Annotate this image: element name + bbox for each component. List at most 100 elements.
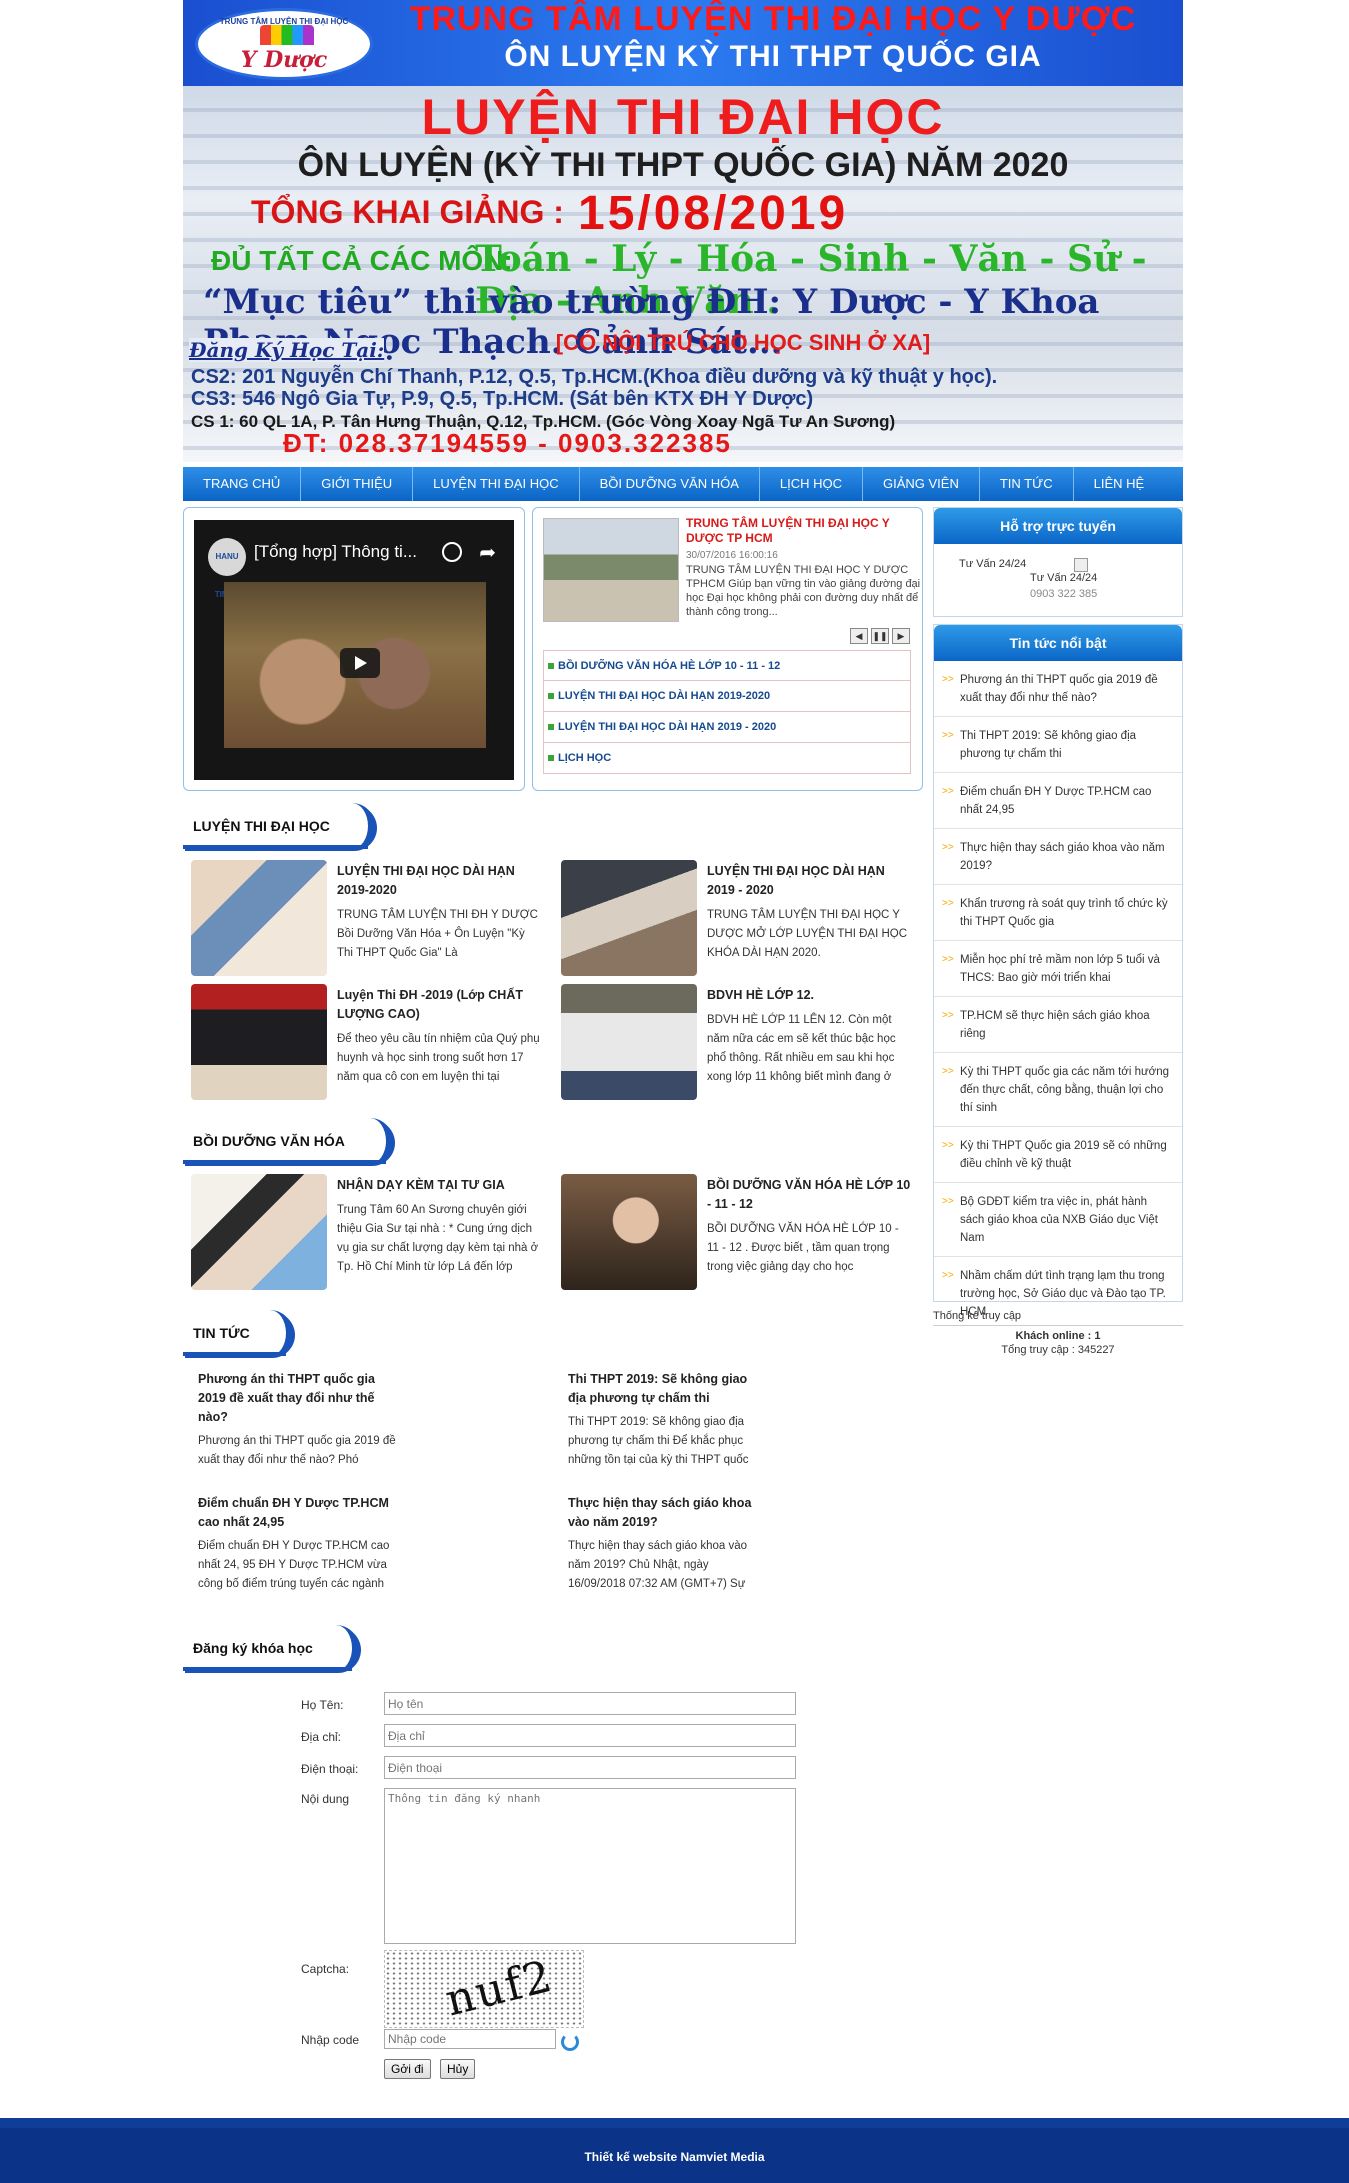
nav-giang-vien[interactable]: GIẢNG VIÊN bbox=[863, 467, 980, 501]
news-title[interactable]: Phương án thi THPT quốc gia 2019 đề xuất… bbox=[198, 1370, 398, 1427]
banner-dormitory: [CÓ NỘI TRÚ CHO HỌC SINH Ở XA] bbox=[555, 330, 931, 355]
hot-news-item[interactable]: Phương án thi THPT quốc gia 2019 đề xuất… bbox=[934, 661, 1182, 717]
consultant-link-1[interactable]: Tư Vấn 24/24 bbox=[959, 558, 1026, 570]
play-button[interactable] bbox=[340, 648, 380, 678]
main-nav: TRANG CHỦ GIỚI THIỆU LUYỆN THI ĐẠI HỌC B… bbox=[183, 467, 1183, 501]
featured-link[interactable]: BỒI DƯỠNG VĂN HÓA HÈ LỚP 10 - 11 - 12 bbox=[543, 650, 911, 681]
section-title: TIN TỨC bbox=[193, 1325, 250, 1341]
refresh-captcha-icon[interactable] bbox=[561, 2033, 579, 2051]
chat-icon[interactable] bbox=[1074, 558, 1088, 572]
article-image[interactable] bbox=[191, 984, 327, 1100]
news-title[interactable]: Thực hiện thay sách giáo khoa vào năm 20… bbox=[568, 1494, 768, 1532]
news-desc: Thi THPT 2019: Sẽ không giao địa phương … bbox=[568, 1416, 749, 1466]
footer-credit[interactable]: Thiết kế website Namviet Media bbox=[0, 2150, 1349, 2164]
article-title[interactable]: NHẬN DẠY KÈM TẠI TƯ GIA bbox=[337, 1176, 543, 1195]
hot-news-item[interactable]: TP.HCM sẽ thực hiện sách giáo khoa riêng bbox=[934, 997, 1182, 1053]
hot-news-item[interactable]: Thi THPT 2019: Sẽ không giao địa phương … bbox=[934, 717, 1182, 773]
content-label: Nội dung bbox=[301, 1792, 350, 1806]
article-card[interactable]: BỒI DƯỠNG VĂN HÓA HÈ LỚP 10 - 11 - 12 BỒ… bbox=[553, 1174, 913, 1290]
watch-later-icon[interactable] bbox=[442, 542, 462, 562]
channel-logo: HANU TIMES bbox=[208, 538, 246, 599]
banner-address-cs3: CS3: 546 Ngô Gia Tự, P.9, Q.5, Tp.HCM. (… bbox=[191, 388, 814, 410]
article-image[interactable] bbox=[561, 1174, 697, 1290]
nav-lien-he[interactable]: LIÊN HỆ bbox=[1074, 467, 1165, 501]
nav-trang-chu[interactable]: TRANG CHỦ bbox=[183, 467, 302, 501]
cancel-button[interactable]: Hủy bbox=[440, 2059, 476, 2079]
banner-phone: ĐT: 028.37194559 - 0903.322385 bbox=[283, 428, 732, 458]
news-item[interactable]: Phương án thi THPT quốc gia 2019 đề xuất… bbox=[198, 1370, 398, 1489]
phone-input[interactable] bbox=[384, 1756, 796, 1779]
nav-luyen-thi-dai-hoc[interactable]: LUYỆN THI ĐẠI HỌC bbox=[413, 467, 580, 501]
article-image[interactable] bbox=[561, 984, 697, 1100]
video-player[interactable]: HANU TIMES [Tổng hợp] Thông ti... ➦ bbox=[194, 520, 514, 780]
nav-lich-hoc[interactable]: LỊCH HỌC bbox=[760, 467, 863, 501]
video-box: HANU TIMES [Tổng hợp] Thông ti... ➦ bbox=[183, 507, 525, 791]
captcha-image: nuf2 bbox=[384, 1950, 584, 2028]
hot-news-item[interactable]: Kỳ thi THPT quốc gia các năm tới hướng đ… bbox=[934, 1053, 1182, 1127]
featured-link[interactable]: LUYỆN THI ĐẠI HỌC DÀI HẠN 2019-2020 bbox=[543, 681, 911, 712]
article-image[interactable] bbox=[191, 860, 327, 976]
featured-links: BỒI DƯỠNG VĂN HÓA HÈ LỚP 10 - 11 - 12 LU… bbox=[543, 650, 911, 774]
article-title[interactable]: LUYỆN THI ĐẠI HỌC DÀI HẠN 2019 - 2020 bbox=[707, 862, 913, 900]
news-desc: Phương án thi THPT quốc gia 2019 đề xuất… bbox=[198, 1435, 396, 1466]
total-visits: Tổng truy cập : 345227 bbox=[1001, 1344, 1115, 1356]
hot-news-item[interactable]: Khẩn trương rà soát quy trình tổ chức kỳ… bbox=[934, 885, 1182, 941]
article-desc: TRUNG TÂM LUYỆN THI ĐẠI HỌC Y DƯỢC MỞ LỚ… bbox=[707, 909, 908, 959]
nav-gioi-thieu[interactable]: GIỚI THIỆU bbox=[301, 467, 414, 501]
news-desc: Điểm chuẩn ĐH Y Dược TP.HCM cao nhất 24,… bbox=[198, 1540, 390, 1590]
article-title[interactable]: LUYỆN THI ĐẠI HỌC DÀI HẠN 2019-2020 bbox=[337, 862, 543, 900]
article-title[interactable]: Luyện Thi ĐH -2019 (Lớp CHẤT LƯỢNG CAO) bbox=[337, 986, 543, 1024]
article-card[interactable]: LUYỆN THI ĐẠI HỌC DÀI HẠN 2019-2020 TRUN… bbox=[183, 860, 543, 976]
slider-next-button[interactable]: ▶ bbox=[892, 628, 910, 644]
article-card[interactable]: NHẬN DẠY KÈM TẠI TƯ GIA Trung Tâm 60 An … bbox=[183, 1174, 543, 1290]
hot-news-item[interactable]: Điểm chuẩn ĐH Y Dược TP.HCM cao nhất 24,… bbox=[934, 773, 1182, 829]
featured-link[interactable]: LỊCH HỌC bbox=[543, 743, 911, 774]
news-desc: Thực hiện thay sách giáo khoa vào năm 20… bbox=[568, 1540, 748, 1590]
banner-address-cs2: CS2: 201 Nguyễn Chí Thanh, P.12, Q.5, Tp… bbox=[191, 366, 998, 388]
online-support-header: Hỗ trợ trực tuyến bbox=[934, 508, 1182, 544]
article-desc: BỒI DƯỠNG VĂN HÓA HÈ LỚP 10 - 11 - 12 . … bbox=[707, 1223, 899, 1273]
news-title[interactable]: Điểm chuẩn ĐH Y Dược TP.HCM cao nhất 24,… bbox=[198, 1494, 398, 1532]
article-card[interactable]: Luyện Thi ĐH -2019 (Lớp CHẤT LƯỢNG CAO) … bbox=[183, 984, 543, 1100]
article-card[interactable]: LUYỆN THI ĐẠI HỌC DÀI HẠN 2019 - 2020 TR… bbox=[553, 860, 913, 976]
news-item[interactable]: Thực hiện thay sách giáo khoa vào năm 20… bbox=[568, 1494, 768, 1594]
consultant-link-2[interactable]: Tư Vấn 24/24 bbox=[1030, 572, 1097, 584]
featured-news-title[interactable]: TRUNG TÂM LUYỆN THI ĐẠI HỌC Y DƯỢC TP HC… bbox=[686, 516, 922, 546]
banner-subjects-label: ĐỦ TẤT CẢ CÁC MÔN: bbox=[211, 245, 513, 276]
news-item[interactable]: Thi THPT 2019: Sẽ không giao địa phương … bbox=[568, 1370, 768, 1470]
hot-news-item[interactable]: Miễn học phí trẻ mầm non lớp 5 tuổi và T… bbox=[934, 941, 1182, 997]
featured-news-thumbnail[interactable] bbox=[543, 518, 679, 622]
news-title[interactable]: Thi THPT 2019: Sẽ không giao địa phương … bbox=[568, 1370, 768, 1408]
slider-prev-button[interactable]: ◀ bbox=[850, 628, 868, 644]
visitor-stats-header: Thống kê truy cập bbox=[933, 1310, 1183, 1326]
article-image[interactable] bbox=[561, 860, 697, 976]
slider-pause-button[interactable]: ❚❚ bbox=[871, 628, 889, 644]
name-input[interactable] bbox=[384, 1692, 796, 1715]
share-icon[interactable]: ➦ bbox=[479, 540, 496, 565]
code-input[interactable] bbox=[384, 2029, 556, 2049]
site-logo[interactable]: TRUNG TÂM LUYỆN THI ĐẠI HỌC Y Dược bbox=[195, 8, 373, 80]
nav-boi-duong-van-hoa[interactable]: BỒI DƯỠNG VĂN HÓA bbox=[580, 467, 760, 501]
submit-button[interactable]: Gởi đi bbox=[384, 2059, 431, 2079]
books-icon bbox=[260, 25, 314, 45]
content-textarea[interactable] bbox=[384, 1788, 796, 1944]
banner-opening-label: TỔNG KHAI GIẢNG : bbox=[251, 194, 564, 230]
address-input[interactable] bbox=[384, 1724, 796, 1747]
news-item[interactable]: Điểm chuẩn ĐH Y Dược TP.HCM cao nhất 24,… bbox=[198, 1494, 398, 1594]
hot-news-list: Phương án thi THPT quốc gia 2019 đề xuất… bbox=[934, 661, 1182, 1330]
article-card[interactable]: BDVH HÈ LỚP 12. BDVH HÈ LỚP 11 LÊN 12. C… bbox=[553, 984, 913, 1100]
featured-news-desc: TRUNG TÂM LUYỆN THI ĐẠI HỌC Y DƯỢC TPHCM… bbox=[686, 564, 921, 618]
article-image[interactable] bbox=[191, 1174, 327, 1290]
captcha-label: Captcha: bbox=[301, 1962, 350, 1976]
hot-news-item[interactable]: Bộ GDĐT kiểm tra việc in, phát hành sách… bbox=[934, 1183, 1182, 1257]
nav-tin-tuc[interactable]: TIN TỨC bbox=[980, 467, 1074, 501]
article-title[interactable]: BỒI DƯỠNG VĂN HÓA HÈ LỚP 10 - 11 - 12 bbox=[707, 1176, 913, 1214]
hot-news-item[interactable]: Kỳ thi THPT Quốc gia 2019 sẽ có những đi… bbox=[934, 1127, 1182, 1183]
banner-headline: LUYỆN THI ĐẠI HỌC bbox=[421, 89, 945, 145]
video-title[interactable]: [Tổng hợp] Thông ti... bbox=[254, 542, 417, 562]
hot-news-item[interactable]: Thực hiện thay sách giáo khoa vào năm 20… bbox=[934, 829, 1182, 885]
logo-brand: Y Dược bbox=[240, 47, 328, 73]
article-title[interactable]: BDVH HÈ LỚP 12. bbox=[707, 986, 913, 1005]
featured-link[interactable]: LUYỆN THI ĐẠI HỌC DÀI HẠN 2019 - 2020 bbox=[543, 712, 911, 743]
phone-label: Điện thoại: bbox=[301, 1762, 359, 1776]
